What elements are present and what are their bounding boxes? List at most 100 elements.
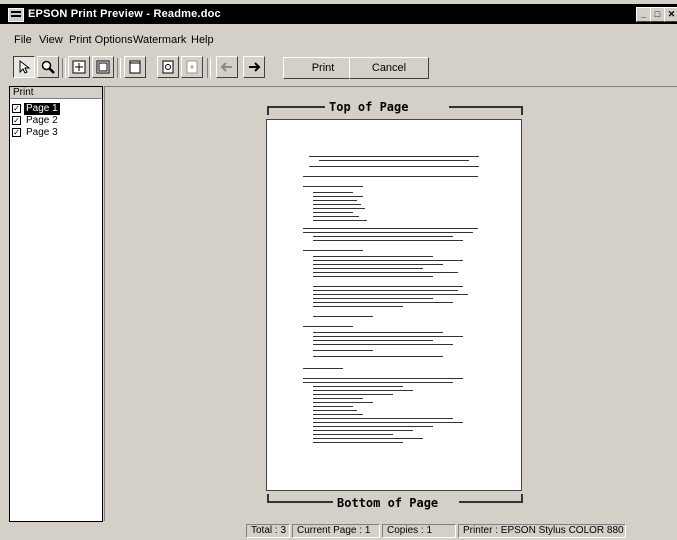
document-text-line xyxy=(313,316,373,317)
watermark-icon xyxy=(162,60,174,74)
page-list-item-1[interactable]: ✓ Page 1 xyxy=(12,103,100,115)
fit-page-icon xyxy=(72,60,86,74)
print-preview-window: EPSON Print Preview - Readme.doc _ □ ✕ F… xyxy=(0,0,677,540)
document-text-line xyxy=(313,422,463,423)
document-text-line xyxy=(313,414,363,415)
document-text-line xyxy=(313,430,413,431)
document-text-line xyxy=(313,418,453,419)
toolbar: Print Cancel xyxy=(0,52,677,86)
fit-page-button[interactable] xyxy=(68,56,90,78)
title-bar[interactable]: EPSON Print Preview - Readme.doc _ □ ✕ xyxy=(0,4,677,24)
previous-page-button[interactable] xyxy=(216,56,238,78)
document-text-line xyxy=(313,438,423,439)
top-line-right xyxy=(449,106,523,108)
document-text-line xyxy=(313,200,357,201)
menu-help[interactable]: Help xyxy=(191,34,214,46)
close-button[interactable]: ✕ xyxy=(664,7,677,22)
document-text-line xyxy=(313,398,363,399)
arrow-pointer-icon xyxy=(19,59,31,74)
document-text-line xyxy=(313,402,373,403)
toolbar-separator xyxy=(117,58,121,78)
cancel-button[interactable]: Cancel xyxy=(349,57,429,79)
document-text-line xyxy=(313,344,453,345)
page-2-checkbox[interactable]: ✓ xyxy=(12,116,21,125)
document-text-line xyxy=(313,340,433,341)
document-text-line xyxy=(313,356,443,357)
status-bar: Total : 3 Current Page : 1 Copies : 1 Pr… xyxy=(0,522,677,540)
document-text-line xyxy=(303,228,478,229)
bottom-line-left xyxy=(267,501,333,503)
status-copies: Copies : 1 xyxy=(382,524,456,538)
document-text-line xyxy=(313,272,458,273)
document-text-line xyxy=(303,382,453,383)
bottom-of-page-marker: Bottom of Page xyxy=(267,494,523,510)
page-preview[interactable] xyxy=(266,119,522,491)
page-list-item-3[interactable]: ✓ Page 3 xyxy=(12,127,100,139)
margins-button[interactable] xyxy=(124,56,146,78)
document-text-line xyxy=(313,276,433,277)
page-list-header[interactable]: Print xyxy=(10,87,102,99)
document-text-line xyxy=(313,442,403,443)
magnifier-icon xyxy=(41,60,55,74)
document-text-line xyxy=(309,166,479,167)
document-text-line xyxy=(313,302,453,303)
document-text-line xyxy=(313,410,357,411)
add-icon xyxy=(186,60,198,74)
forward-arrow-icon xyxy=(249,62,261,72)
status-printer: Printer : EPSON Stylus COLOR 880 xyxy=(458,524,626,538)
document-text-line xyxy=(313,192,353,193)
maximize-button[interactable]: □ xyxy=(650,7,665,22)
document-text-line xyxy=(313,406,353,407)
document-text-line xyxy=(313,298,433,299)
select-tool-button[interactable] xyxy=(13,56,35,78)
document-text-line xyxy=(313,264,443,265)
page-list-item-2[interactable]: ✓ Page 2 xyxy=(12,115,100,127)
toolbar-separator xyxy=(207,58,211,78)
back-arrow-icon xyxy=(220,62,232,72)
status-current-page: Current Page : 1 xyxy=(292,524,380,538)
bracket-right xyxy=(521,106,523,115)
bracket-right xyxy=(521,494,523,503)
document-text-line xyxy=(313,208,365,209)
document-text-line xyxy=(313,212,353,213)
toolbar-separator xyxy=(62,58,66,78)
window-menu-icon[interactable] xyxy=(8,8,24,22)
menu-print-options[interactable]: Print Options xyxy=(69,34,133,46)
watermark-button[interactable] xyxy=(157,56,179,78)
zoom-button[interactable] xyxy=(37,56,59,78)
page-1-label: Page 1 xyxy=(24,103,60,115)
menu-view[interactable]: View xyxy=(39,34,63,46)
document-text-line xyxy=(313,386,403,387)
add-button[interactable] xyxy=(181,56,203,78)
document-text-line xyxy=(313,196,363,197)
document-text-line xyxy=(313,350,373,351)
document-text-line xyxy=(313,286,463,287)
next-page-button[interactable] xyxy=(243,56,265,78)
menu-file[interactable]: File xyxy=(14,34,32,46)
minimize-button[interactable]: _ xyxy=(636,7,651,22)
document-text-line xyxy=(313,332,443,333)
status-total: Total : 3 xyxy=(246,524,290,538)
page-3-checkbox[interactable]: ✓ xyxy=(12,128,21,137)
document-text-line xyxy=(313,220,367,221)
document-text-line xyxy=(313,204,361,205)
document-text-line xyxy=(303,250,363,251)
document-text-line xyxy=(313,336,463,337)
document-text-line xyxy=(303,186,363,187)
document-text-line xyxy=(313,260,463,261)
page-1-checkbox[interactable]: ✓ xyxy=(12,104,21,113)
document-text-line xyxy=(313,216,359,217)
top-of-page-label: Top of Page xyxy=(329,100,409,114)
document-text-line xyxy=(313,268,423,269)
scale-button[interactable] xyxy=(92,56,114,78)
menu-watermark[interactable]: Watermark xyxy=(133,34,186,46)
document-text-line xyxy=(313,394,393,395)
document-text-line xyxy=(313,434,393,435)
document-text-line xyxy=(313,294,468,295)
margins-icon xyxy=(129,60,141,74)
document-text-line xyxy=(303,378,463,379)
document-text-line xyxy=(303,176,478,177)
page-3-label: Page 3 xyxy=(26,127,58,138)
document-text-line xyxy=(303,232,473,233)
document-text-line xyxy=(309,156,479,157)
